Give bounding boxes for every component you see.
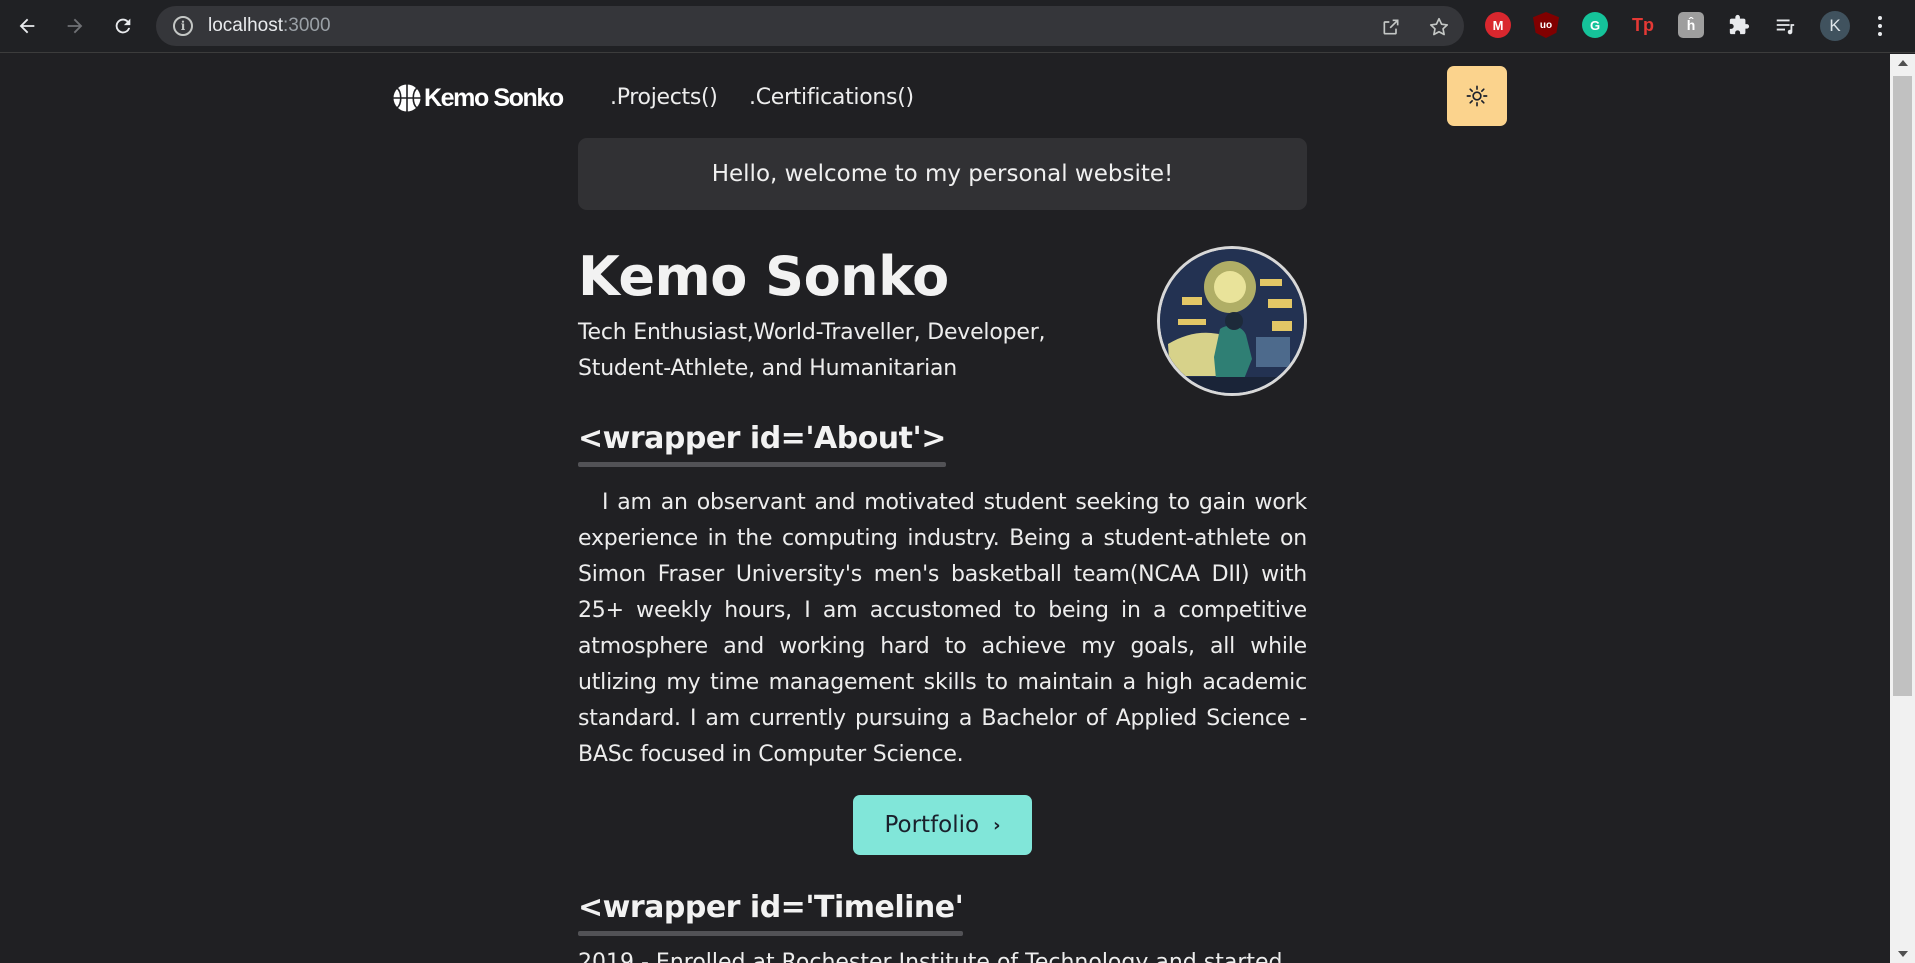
about-heading-text: <wrapper id='About'>: [578, 421, 946, 456]
about-paragraph: I am an observant and motivated student …: [578, 490, 1307, 767]
media-queue-icon[interactable]: [1772, 12, 1798, 38]
browser-menu-icon[interactable]: [1870, 12, 1890, 40]
timeline-entry: 2019 - Enrolled at Rochester Institute o…: [578, 950, 1283, 963]
profile-avatar-image: [1157, 246, 1307, 396]
reload-button[interactable]: [108, 11, 138, 41]
scroll-down-arrow-icon[interactable]: [1898, 951, 1908, 957]
portfolio-button[interactable]: Portfolio ›: [853, 795, 1032, 855]
nav-projects-link[interactable]: .Projects(): [610, 85, 718, 110]
address-bar[interactable]: i localhost:3000: [156, 6, 1464, 46]
lock-extension-icon[interactable]: ĥ: [1678, 12, 1704, 38]
site-logo[interactable]: Kemo Sonko: [392, 83, 564, 113]
mega-icon[interactable]: M: [1485, 12, 1511, 38]
forward-button[interactable]: [60, 11, 90, 41]
browser-toolbar: i localhost:3000 M uo G Tp ĥ K: [0, 0, 1915, 53]
bookmark-star-icon[interactable]: [1427, 15, 1451, 39]
nav-certifications-link[interactable]: .Certifications(): [749, 85, 914, 110]
timeline-heading: <wrapper id='Timeline': [578, 890, 964, 936]
sun-icon: [1466, 85, 1488, 107]
reload-icon: [115, 18, 131, 34]
extensions-puzzle-icon[interactable]: [1726, 12, 1752, 38]
forward-arrow-icon: [67, 18, 83, 34]
back-button[interactable]: [12, 11, 42, 41]
timeline-heading-underline: [578, 931, 964, 936]
back-arrow-icon: [19, 18, 35, 34]
welcome-banner: Hello, welcome to my personal website!: [578, 138, 1307, 210]
logo-text: Kemo Sonko: [424, 83, 564, 112]
share-icon[interactable]: [1379, 15, 1403, 39]
ublock-icon[interactable]: uo: [1533, 12, 1559, 38]
timeline-heading-text: <wrapper id='Timeline': [578, 890, 964, 925]
portfolio-button-label: Portfolio: [884, 812, 980, 838]
site-info-icon[interactable]: i: [173, 16, 193, 36]
about-heading-underline: [578, 462, 946, 467]
scrollbar-thumb[interactable]: [1893, 76, 1912, 696]
web-page: Kemo Sonko .Projects() .Certifications()…: [0, 54, 1890, 963]
basketball-icon: [393, 84, 421, 112]
about-heading: <wrapper id='About'>: [578, 421, 946, 467]
profile-name: Kemo Sonko: [578, 245, 949, 308]
scroll-up-arrow-icon[interactable]: [1898, 60, 1908, 66]
chevron-right-icon: ›: [993, 814, 1001, 836]
profile-avatar[interactable]: K: [1820, 11, 1850, 41]
profile-tagline: Tech Enthusiast,World-Traveller, Develop…: [578, 320, 1046, 381]
page-scrollbar[interactable]: [1890, 54, 1915, 963]
tp-icon[interactable]: Tp: [1630, 12, 1656, 38]
theme-toggle-button[interactable]: [1447, 66, 1507, 126]
grammarly-icon[interactable]: G: [1582, 12, 1608, 38]
url-text: localhost:3000: [208, 15, 331, 36]
